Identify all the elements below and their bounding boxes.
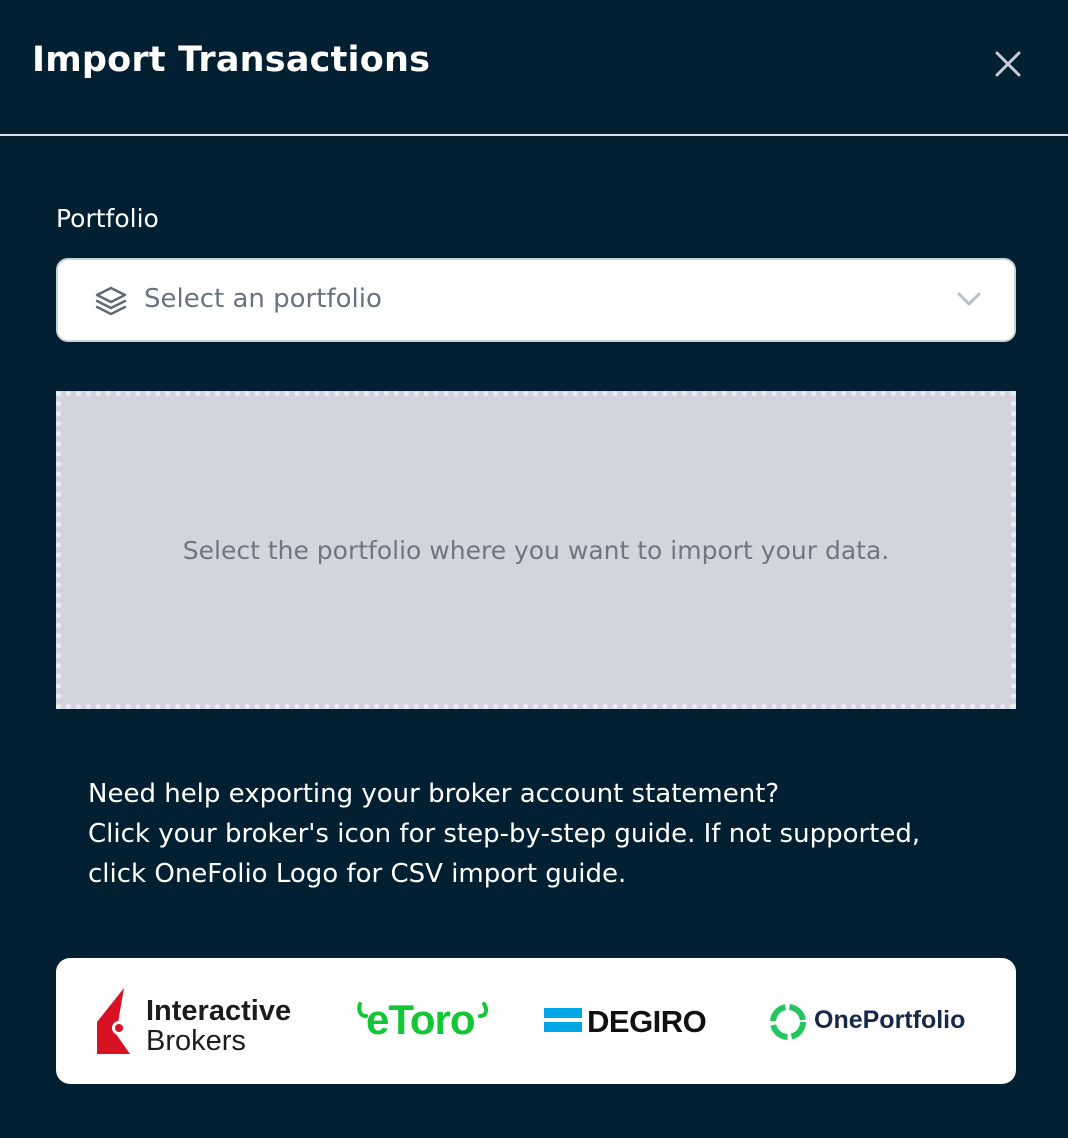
portfolio-select[interactable]: Select an portfolio (56, 258, 1016, 342)
interactive-brokers-logo[interactable]: Interactive Brokers (94, 986, 304, 1058)
etoro-wordmark: eToro (366, 996, 476, 1043)
help-line-2: Click your broker's icon for step-by-ste… (88, 819, 921, 849)
degiro-bars-icon (544, 1008, 582, 1032)
interactive-brokers-icon (97, 988, 130, 1054)
dropzone-message: Select the portfolio where you want to i… (182, 535, 890, 565)
close-button[interactable] (986, 42, 1030, 86)
oneportfolio-logo[interactable]: OnePortfolio (768, 1000, 982, 1044)
help-text: Need help exporting your broker account … (88, 774, 1028, 894)
chevron-down-icon (957, 292, 981, 306)
etoro-logo[interactable]: eToro (356, 996, 492, 1046)
degiro-wordmark: DEGIRO (587, 1004, 707, 1039)
oneportfolio-ring-icon (770, 1004, 806, 1040)
portfolio-select-placeholder: Select an portfolio (144, 284, 382, 314)
file-dropzone[interactable]: Select the portfolio where you want to i… (56, 391, 1016, 709)
oneportfolio-wordmark: OnePortfolio (814, 1006, 966, 1034)
interactive-brokers-wordmark: Interactive Brokers (146, 995, 292, 1057)
layers-icon (95, 286, 127, 316)
broker-logos-panel: Interactive Brokers eToro DEGIRO OnePort… (56, 958, 1016, 1084)
dialog-header: Import Transactions (0, 0, 1068, 136)
help-line-1: Need help exporting your broker account … (88, 779, 780, 809)
dialog-title: Import Transactions (32, 40, 431, 80)
portfolio-label: Portfolio (56, 204, 159, 233)
help-line-3: click OneFolio Logo for CSV import guide… (88, 859, 627, 889)
degiro-logo[interactable]: DEGIRO (544, 1002, 716, 1042)
close-icon (995, 51, 1021, 77)
